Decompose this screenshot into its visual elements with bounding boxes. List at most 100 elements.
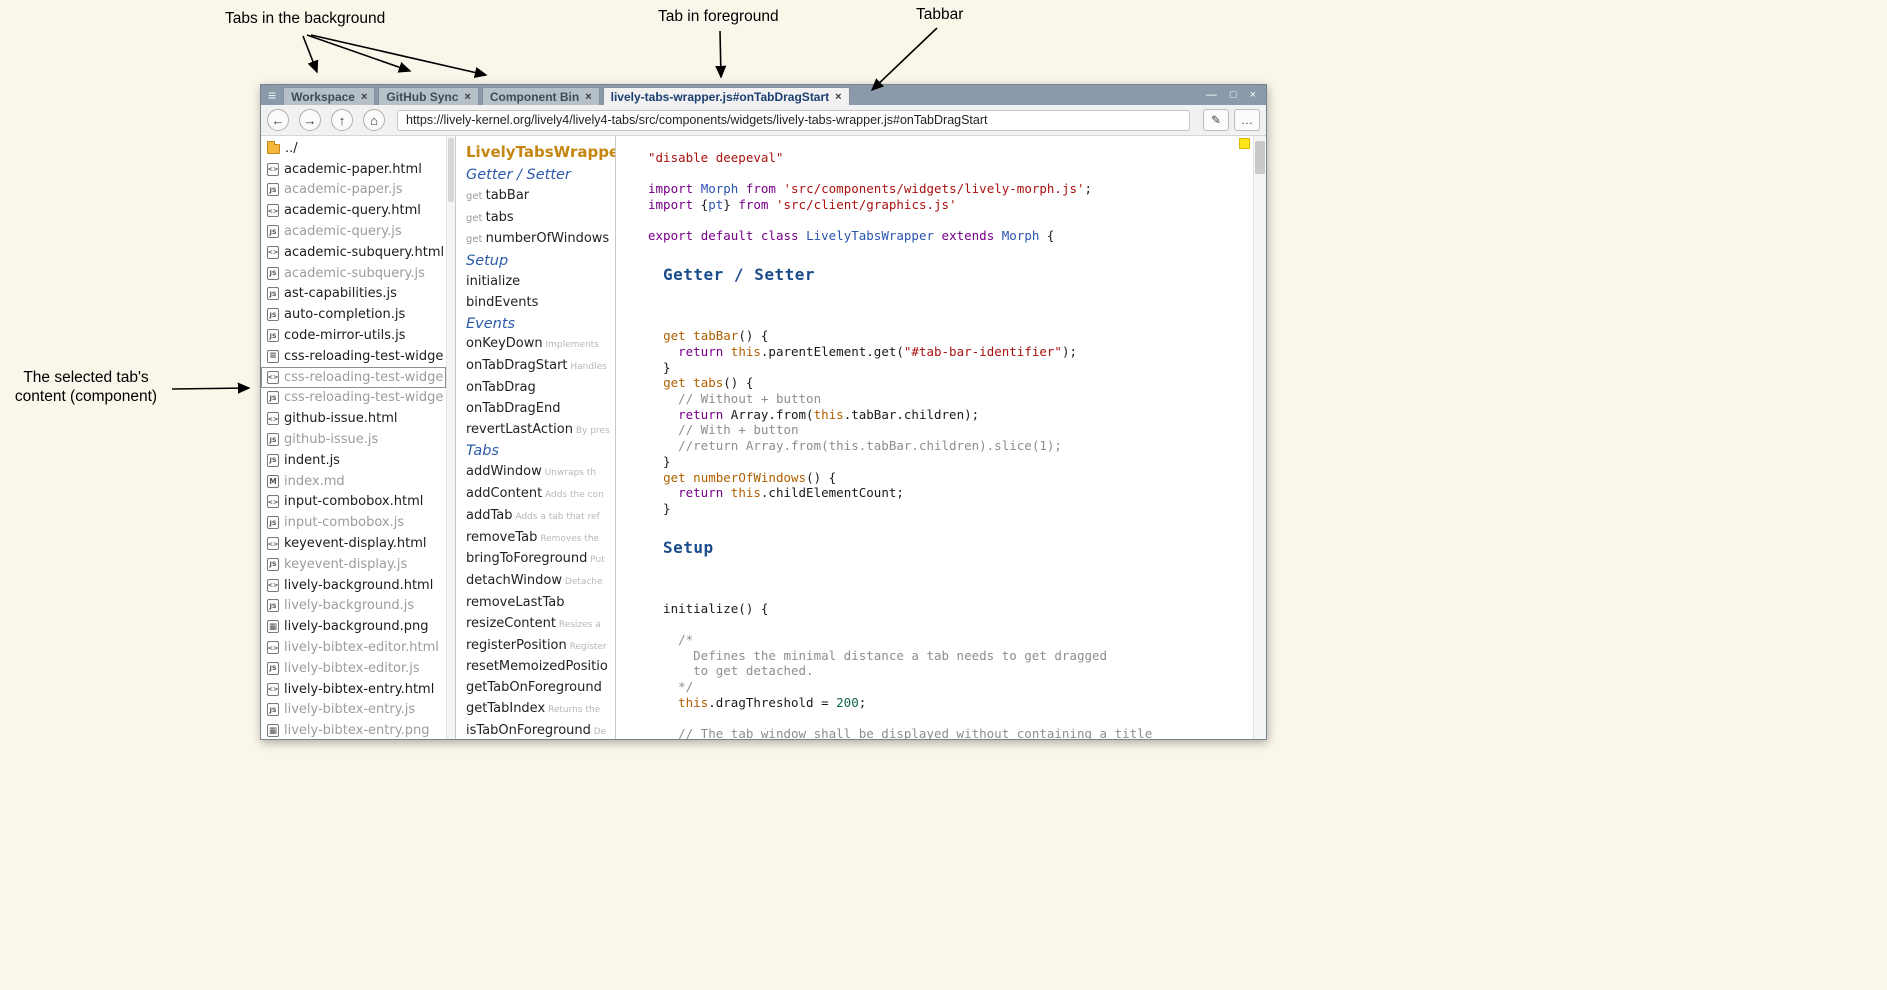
url-input[interactable] <box>397 110 1190 131</box>
code-editor-pane[interactable]: "disable deepeval"import Morph from 'src… <box>616 136 1266 739</box>
scrollbar-thumb[interactable] <box>448 138 454 202</box>
outline-item[interactable]: getTabIndex Returns the <box>466 699 615 721</box>
window-close-button[interactable]: × <box>1250 85 1256 105</box>
scrollbar-thumb[interactable] <box>1255 141 1265 174</box>
file-row[interactable]: ../ <box>261 138 446 159</box>
file-row[interactable]: JSacademic-query.js <box>261 221 446 242</box>
outline-item[interactable]: addTab Adds a tab that ref <box>466 506 615 528</box>
outline-item[interactable]: bindEvents <box>466 293 615 314</box>
outline-item[interactable]: removeLastTab <box>466 593 615 614</box>
outline-item[interactable]: getTabOnForeground <box>466 678 615 699</box>
code-scrollbar[interactable] <box>1253 136 1266 739</box>
file-row[interactable]: JSlively-bibtex-entry.js <box>261 700 446 721</box>
outline-item[interactable]: resizeContent Resizes a <box>466 614 615 636</box>
js-icon: JS <box>267 329 279 342</box>
outline-item-note: Returns the <box>545 705 600 715</box>
tab-close-icon[interactable]: × <box>835 91 841 103</box>
outline-section[interactable]: Tabs <box>466 441 615 462</box>
file-row[interactable]: <>keyevent-display.html <box>261 533 446 554</box>
outline-item[interactable]: revertLastAction By pres <box>466 420 615 442</box>
tab-background[interactable]: GitHub Sync× <box>378 87 478 105</box>
menu-icon[interactable]: ≡ <box>261 85 283 105</box>
getter-prefix: get <box>466 234 486 245</box>
file-row[interactable]: JSacademic-subquery.js <box>261 263 446 284</box>
file-row[interactable]: JSindent.js <box>261 450 446 471</box>
file-row[interactable]: JSinput-combobox.js <box>261 512 446 533</box>
outline-item[interactable]: removeTab Removes the <box>466 528 615 550</box>
outline-item[interactable]: get numberOfWindows <box>466 229 615 251</box>
file-scrollbar[interactable] <box>446 136 455 739</box>
tab-label: Workspace <box>291 90 355 104</box>
outline-section[interactable]: Getter / Setter <box>466 165 615 186</box>
outline-item[interactable]: onKeyDown Implements <box>466 334 615 356</box>
file-row[interactable]: <>lively-background.html <box>261 575 446 596</box>
file-row[interactable]: <>academic-paper.html <box>261 159 446 180</box>
file-row[interactable]: JSkeyevent-display.js <box>261 554 446 575</box>
outline-item-label: tabBar <box>486 188 530 203</box>
file-row[interactable]: JSlively-bibtex-editor.js <box>261 658 446 679</box>
file-row[interactable]: <>academic-subquery.html <box>261 242 446 263</box>
file-row[interactable]: JScode-mirror-utils.js <box>261 325 446 346</box>
getter-prefix: get <box>466 191 486 202</box>
file-row[interactable]: JSacademic-paper.js <box>261 180 446 201</box>
file-row[interactable]: ▦lively-background.png <box>261 616 446 637</box>
forward-button[interactable]: → <box>299 109 321 131</box>
tab-background[interactable]: Workspace × <box>283 87 375 105</box>
tab-background[interactable]: Component Bin× <box>482 87 600 105</box>
file-row[interactable]: <>css-reloading-test-widget.ht <box>261 367 446 388</box>
outline-item-label: tabs <box>486 210 514 225</box>
file-row[interactable]: <>lively-bibtex-entry.html <box>261 679 446 700</box>
outline-item[interactable]: addWindow Unwraps th <box>466 462 615 484</box>
outline-section[interactable]: Setup <box>466 251 615 272</box>
file-name: css-reloading-test-widget.ht <box>284 370 443 385</box>
file-name: github-issue.html <box>284 411 398 426</box>
code-line: return this.childElementCount; <box>648 485 1253 501</box>
outline-item-label: removeTab <box>466 530 537 545</box>
edit-button[interactable]: ✎ <box>1203 109 1229 131</box>
tab-foreground[interactable]: lively-tabs-wrapper.js#onTabDragStart× <box>603 87 850 105</box>
minimize-button[interactable]: — <box>1206 85 1217 105</box>
file-row[interactable]: <>github-issue.html <box>261 408 446 429</box>
file-row[interactable]: JSast-capabilities.js <box>261 284 446 305</box>
file-row[interactable]: JScss-reloading-test-widget.js <box>261 388 446 409</box>
file-row[interactable]: JSgithub-issue.js <box>261 429 446 450</box>
outline-item[interactable]: bringToForeground Put <box>466 549 615 571</box>
outline-item-label: registerPosition <box>466 638 567 653</box>
file-row[interactable]: <>academic-query.html <box>261 200 446 221</box>
back-button[interactable]: ← <box>267 109 289 131</box>
more-button[interactable]: … <box>1234 109 1260 131</box>
outline-item[interactable]: detachWindow Detache <box>466 571 615 593</box>
tab-close-icon[interactable]: × <box>361 91 367 103</box>
outline-item-label: addContent <box>466 486 542 501</box>
home-button[interactable]: ⌂ <box>363 109 385 131</box>
maximize-button[interactable]: □ <box>1230 85 1237 105</box>
file-row[interactable]: JSauto-completion.js <box>261 304 446 325</box>
tab-close-icon[interactable]: × <box>585 91 591 103</box>
outline-item[interactable]: addContent Adds the con <box>466 484 615 506</box>
file-row[interactable]: ≡css-reloading-test-widget.cs <box>261 346 446 367</box>
outline-section[interactable]: Events <box>466 314 615 335</box>
file-row[interactable]: <>input-combobox.html <box>261 492 446 513</box>
file-row[interactable]: <>lively-bibtex-editor.html <box>261 637 446 658</box>
outline-item[interactable]: onTabDragStart Handles <box>466 356 615 378</box>
code-editor[interactable]: "disable deepeval"import Morph from 'src… <box>616 136 1253 739</box>
file-row[interactable]: ▦lively-bibtex-entry.png <box>261 720 446 739</box>
outline-item[interactable]: registerPosition Register <box>466 636 615 658</box>
outline-item[interactable]: get tabBar <box>466 186 615 208</box>
outline-item[interactable]: isTabOnForeground De <box>466 721 615 739</box>
outline-item[interactable]: onTabDragEnd <box>466 399 615 420</box>
tabbar: ≡ Workspace×GitHub Sync×Component Bin×li… <box>261 85 1266 105</box>
code-line: } <box>648 360 1253 376</box>
file-row[interactable]: JSlively-background.js <box>261 596 446 617</box>
code-line: this.dragThreshold = 200; <box>648 695 1253 711</box>
outline-item[interactable]: get tabs <box>466 208 615 230</box>
outline-item[interactable]: onTabDrag <box>466 378 615 399</box>
outline-item[interactable]: resetMemoizedPositio <box>466 657 615 678</box>
outline-item[interactable]: initialize <box>466 272 615 293</box>
js-icon: JS <box>267 287 279 300</box>
code-line: /* <box>648 632 1253 648</box>
tab-close-icon[interactable]: × <box>464 91 470 103</box>
up-button[interactable]: ↑ <box>331 109 353 131</box>
file-row[interactable]: Mindex.md <box>261 471 446 492</box>
outline-item-note: Handles <box>568 362 607 372</box>
